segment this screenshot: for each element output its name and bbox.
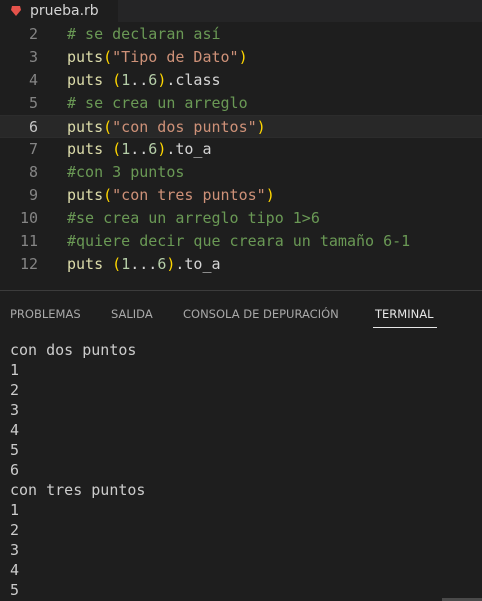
line-number: 2 bbox=[28, 25, 38, 43]
code-token-plain: ... bbox=[130, 255, 158, 273]
line-number: 7 bbox=[28, 140, 38, 158]
tab-salida[interactable]: SALIDA bbox=[111, 307, 153, 321]
line-code: #con 3 puntos bbox=[67, 161, 184, 184]
code-line[interactable]: 4 puts (1..6).class bbox=[0, 69, 482, 92]
terminal-line: con dos puntos bbox=[10, 341, 137, 359]
line-code: #se crea un arreglo tipo 1>6 bbox=[67, 207, 320, 230]
code-token-string: "con tres puntos" bbox=[112, 186, 266, 204]
active-tab-indicator bbox=[373, 327, 437, 328]
code-token-comment: #quiere decir que creara un tamaño 6-1 bbox=[67, 232, 411, 250]
code-token-plain: .to_a bbox=[166, 140, 212, 158]
code-token-num: 1 bbox=[121, 255, 131, 273]
code-token-paren: ) bbox=[238, 48, 248, 66]
bottom-panel: PROBLEMAS SALIDA CONSOLA DE DEPURACIÓN T… bbox=[0, 291, 482, 601]
line-number: 4 bbox=[28, 71, 38, 89]
file-tab-label: prueba.rb bbox=[30, 3, 99, 19]
line-number: 9 bbox=[28, 186, 38, 204]
ruby-icon bbox=[11, 6, 21, 16]
code-token-string: "con dos puntos" bbox=[112, 118, 257, 136]
code-token-fn: puts bbox=[67, 118, 104, 136]
terminal-line: 5 bbox=[10, 581, 20, 599]
code-token-paren: ( bbox=[103, 118, 113, 136]
terminal-line: 3 bbox=[10, 541, 20, 559]
code-token-num: 1 bbox=[121, 71, 131, 89]
code-token-paren: ) bbox=[157, 71, 167, 89]
line-number: 3 bbox=[28, 48, 38, 66]
code-token-fn: puts bbox=[67, 140, 104, 158]
vscode-window: prueba.rb 2 # se declaran así 3 puts("Tipo … bbox=[0, 0, 482, 601]
terminal-line: 6 bbox=[10, 461, 20, 479]
code-token-comment: #se crea un arreglo tipo 1>6 bbox=[67, 209, 320, 227]
code-token-plain: .. bbox=[130, 71, 149, 89]
code-token-comment: # se declaran así bbox=[67, 25, 221, 43]
line-code: puts (1...6).to_a bbox=[67, 253, 221, 276]
line-number: 5 bbox=[28, 94, 38, 112]
code-token-num: 6 bbox=[157, 255, 167, 273]
line-code: puts("con tres puntos") bbox=[67, 184, 275, 207]
line-code: puts (1..6).class bbox=[67, 69, 221, 92]
terminal-line: 1 bbox=[10, 501, 20, 519]
code-token-paren: ( bbox=[112, 140, 122, 158]
code-line[interactable]: 9 puts("con tres puntos") bbox=[0, 184, 482, 207]
terminal-line: 4 bbox=[10, 421, 20, 439]
tab-consola-depuracion[interactable]: CONSOLA DE DEPURACIÓN bbox=[183, 307, 339, 321]
terminal-line: 1 bbox=[10, 361, 20, 379]
code-token-fn: puts bbox=[67, 48, 104, 66]
line-code: puts("Tipo de Dato") bbox=[67, 46, 248, 69]
line-number: 8 bbox=[28, 163, 38, 181]
code-line[interactable]: 2 # se declaran así bbox=[0, 23, 482, 46]
code-line[interactable]: 10 #se crea un arreglo tipo 1>6 bbox=[0, 207, 482, 230]
line-code: # se declaran así bbox=[67, 23, 221, 46]
line-number: 10 bbox=[19, 209, 38, 227]
terminal-line: 4 bbox=[10, 561, 20, 579]
code-line[interactable]: 7 puts (1..6).to_a bbox=[0, 138, 482, 161]
code-token-fn: puts bbox=[67, 255, 104, 273]
terminal-line: 2 bbox=[10, 381, 20, 399]
terminal-line: 5 bbox=[10, 441, 20, 459]
code-token-fn: puts bbox=[67, 71, 104, 89]
code-token-comment: # se crea un arreglo bbox=[67, 94, 248, 112]
tab-problemas[interactable]: PROBLEMAS bbox=[10, 307, 81, 321]
line-code: # se crea un arreglo bbox=[67, 92, 248, 115]
code-token-paren: ( bbox=[112, 71, 122, 89]
terminal-line: 2 bbox=[10, 521, 20, 539]
code-line[interactable]: 12 puts (1...6).to_a bbox=[0, 253, 482, 276]
editor-tab-strip: prueba.rb bbox=[0, 0, 482, 22]
code-token-plain: .. bbox=[130, 140, 149, 158]
code-line[interactable]: 6 puts("con dos puntos") bbox=[0, 115, 482, 138]
code-token-paren: ) bbox=[157, 140, 167, 158]
code-token-num: 6 bbox=[148, 140, 158, 158]
code-line[interactable]: 8 #con 3 puntos bbox=[0, 161, 482, 184]
line-number: 11 bbox=[19, 232, 38, 250]
file-tab-prueba-rb[interactable]: prueba.rb bbox=[0, 0, 118, 22]
line-number: 12 bbox=[19, 255, 38, 273]
code-line[interactable]: 11 #quiere decir que creara un tamaño 6-1 bbox=[0, 230, 482, 253]
terminal-line: con tres puntos bbox=[10, 481, 146, 499]
code-token-plain: .class bbox=[166, 71, 221, 89]
code-token-string: "Tipo de Dato" bbox=[112, 48, 239, 66]
code-editor[interactable]: 2 # se declaran así 3 puts("Tipo de Dato") 4… bbox=[0, 22, 482, 290]
code-token-paren: ( bbox=[103, 48, 113, 66]
line-code: #quiere decir que creara un tamaño 6-1 bbox=[67, 230, 410, 253]
tab-terminal[interactable]: TERMINAL bbox=[375, 307, 433, 321]
code-line[interactable]: 5 # se crea un arreglo bbox=[0, 92, 482, 115]
line-number: 6 bbox=[28, 118, 38, 136]
code-token-paren: ) bbox=[256, 118, 266, 136]
code-token-paren: ( bbox=[103, 186, 113, 204]
code-line[interactable]: 3 puts("Tipo de Dato") bbox=[0, 46, 482, 69]
code-token-fn: puts bbox=[67, 186, 104, 204]
line-code: puts (1..6).to_a bbox=[67, 138, 212, 161]
code-token-num: 1 bbox=[121, 140, 131, 158]
code-token-num: 6 bbox=[148, 71, 158, 89]
code-token-comment: #con 3 puntos bbox=[67, 163, 185, 181]
code-token-paren: ) bbox=[265, 186, 275, 204]
code-token-paren: ( bbox=[112, 255, 122, 273]
line-code: puts("con dos puntos") bbox=[67, 116, 266, 139]
terminal-line: 3 bbox=[10, 401, 20, 419]
code-token-plain: .to_a bbox=[175, 255, 221, 273]
